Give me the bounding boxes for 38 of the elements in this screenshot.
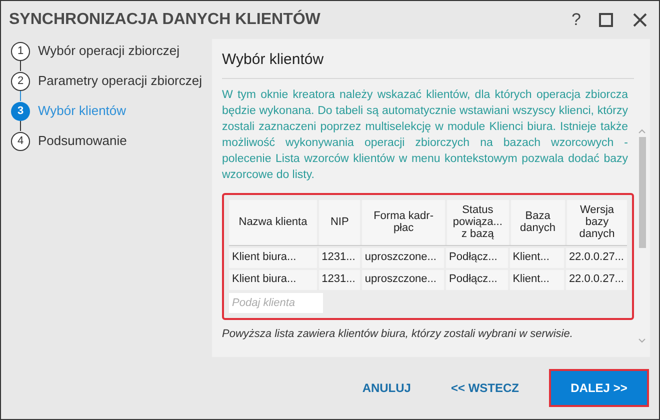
- table-cell: Klient biura...: [229, 270, 317, 290]
- note-text: Powyższa lista zawiera klientów biura, którzy zostali wybrani w serwisie.: [222, 326, 574, 342]
- table-cell: 1231...: [318, 270, 360, 290]
- table-cell: uproszczone...: [362, 248, 444, 268]
- column-header[interactable]: Forma kadr-płac: [362, 200, 445, 244]
- close-icon[interactable]: [633, 13, 647, 27]
- window-title: SYNCHRONIZACJA DANYCH KLIENTÓW: [9, 8, 322, 30]
- step-number: 2: [11, 72, 30, 90]
- step-number: 3: [11, 102, 30, 120]
- column-header[interactable]: Wersja bazy danych: [567, 200, 627, 244]
- scroll-down-icon[interactable]: [638, 338, 646, 343]
- help-button[interactable]: ?: [572, 7, 581, 33]
- wizard-button[interactable]: ANULUJ: [354, 371, 419, 405]
- table-cell: uproszczone...: [362, 270, 444, 290]
- wizard-button[interactable]: DALEJ >>: [551, 371, 647, 405]
- panel-heading: Wybór klientów: [222, 49, 634, 78]
- column-header[interactable]: NIP: [319, 200, 360, 244]
- step-number: 4: [11, 132, 30, 150]
- table-cell: Klient biura...: [229, 248, 317, 268]
- step-label[interactable]: Podsumowanie: [38, 131, 127, 151]
- table-cell: Podłącz...: [446, 248, 508, 268]
- scroll-up-icon[interactable]: [638, 129, 646, 134]
- table-cell: 22.0.0.27...: [566, 248, 627, 268]
- table-cell: Podłącz...: [446, 270, 508, 290]
- wizard-button[interactable]: << WSTECZ: [442, 371, 527, 405]
- table-cell: Klient...: [510, 248, 564, 268]
- step-label[interactable]: Wybór operacji zbiorczej: [38, 41, 180, 61]
- column-header[interactable]: Status powiąza... z bazą: [446, 200, 509, 244]
- column-header[interactable]: Baza danych: [510, 200, 565, 244]
- step-label[interactable]: Parametry operacji zbiorczej: [38, 71, 202, 91]
- table-cell: 1231...: [318, 248, 360, 268]
- table-cell: Klient...: [510, 270, 564, 290]
- description-text: W tym oknie kreatora należy wskazać klientów, dla których operacja zbiorcza będzie wykonana. Do tabeli są automatycznie wstawiani wszyscy klienci, którzy zostali zaznaczeni poprzez multiselekcję w module Klienci biura. Istnieje także możliwość wykonywania operacji zbiorczych na bazach wzorcowych - polecenie Lista wzorców klientów w menu kontekstowym pozwala dodać bazy wzorcowe do listy.: [222, 88, 629, 182]
- client-input[interactable]: Podaj klienta: [229, 292, 323, 312]
- table-cell: 22.0.0.27...: [566, 270, 627, 290]
- column-header[interactable]: Nazwa klienta: [229, 200, 317, 244]
- maximize-icon[interactable]: [599, 13, 613, 27]
- step-number: 1: [11, 42, 30, 60]
